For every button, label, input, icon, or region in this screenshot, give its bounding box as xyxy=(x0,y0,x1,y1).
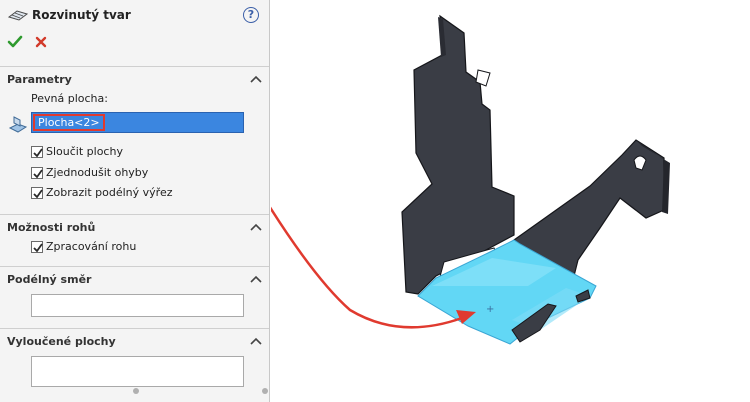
parameters-section-title: Parametry xyxy=(7,73,72,86)
resize-handle[interactable] xyxy=(262,388,268,394)
excluded-faces-list[interactable] xyxy=(31,356,244,387)
grain-direction-section-title: Podélný směr xyxy=(7,273,92,286)
simplify-bends-label: Zjednodušit ohyby xyxy=(46,166,149,179)
flat-pattern-icon xyxy=(7,8,29,25)
excluded-faces-section-header[interactable]: Vyloučené plochy xyxy=(0,328,269,352)
chevron-up-icon[interactable] xyxy=(250,274,262,284)
merge-faces-checkbox[interactable] xyxy=(31,146,43,158)
grain-direction-section-header[interactable]: Podélný směr xyxy=(0,266,269,290)
check-icon xyxy=(33,243,43,253)
fixed-face-value[interactable]: Plocha<2> xyxy=(33,114,105,131)
corner-treatment-label: Zpracování rohu xyxy=(46,240,137,253)
simplify-bends-checkbox[interactable] xyxy=(31,167,43,179)
chevron-up-icon[interactable] xyxy=(250,222,262,232)
check-icon xyxy=(33,148,43,158)
show-slit-checkbox[interactable] xyxy=(31,187,43,199)
check-icon xyxy=(33,189,43,199)
property-manager-panel: Rozvinutý tvar ? Parametry Pevná plocha:… xyxy=(0,0,270,402)
close-icon xyxy=(35,36,47,48)
check-icon xyxy=(7,35,23,48)
parameters-section-header[interactable]: Parametry xyxy=(0,66,269,90)
excluded-faces-section-title: Vyloučené plochy xyxy=(7,335,116,348)
corner-options-section-title: Možnosti rohů xyxy=(7,221,96,234)
panel-title: Rozvinutý tvar xyxy=(32,8,131,22)
ok-button[interactable] xyxy=(7,34,23,50)
chevron-up-icon[interactable] xyxy=(250,336,262,346)
grain-direction-input[interactable] xyxy=(31,294,244,317)
svg-text:+: + xyxy=(486,304,494,315)
fixed-face-label: Pevná plocha: xyxy=(31,92,108,105)
corner-options-section-header[interactable]: Možnosti rohů xyxy=(0,214,269,238)
face-select-icon xyxy=(8,114,28,137)
help-icon[interactable]: ? xyxy=(243,7,259,23)
corner-treatment-checkbox[interactable] xyxy=(31,241,43,253)
scroll-handle[interactable] xyxy=(133,388,139,394)
cancel-button[interactable] xyxy=(33,34,49,50)
check-icon xyxy=(33,169,43,179)
show-slit-label: Zobrazit podélný výřez xyxy=(46,186,173,199)
panel-header: Rozvinutý tvar ? xyxy=(0,0,270,58)
chevron-up-icon[interactable] xyxy=(250,74,262,84)
merge-faces-label: Sloučit plochy xyxy=(46,145,123,158)
graphics-viewport[interactable]: + xyxy=(271,0,750,402)
